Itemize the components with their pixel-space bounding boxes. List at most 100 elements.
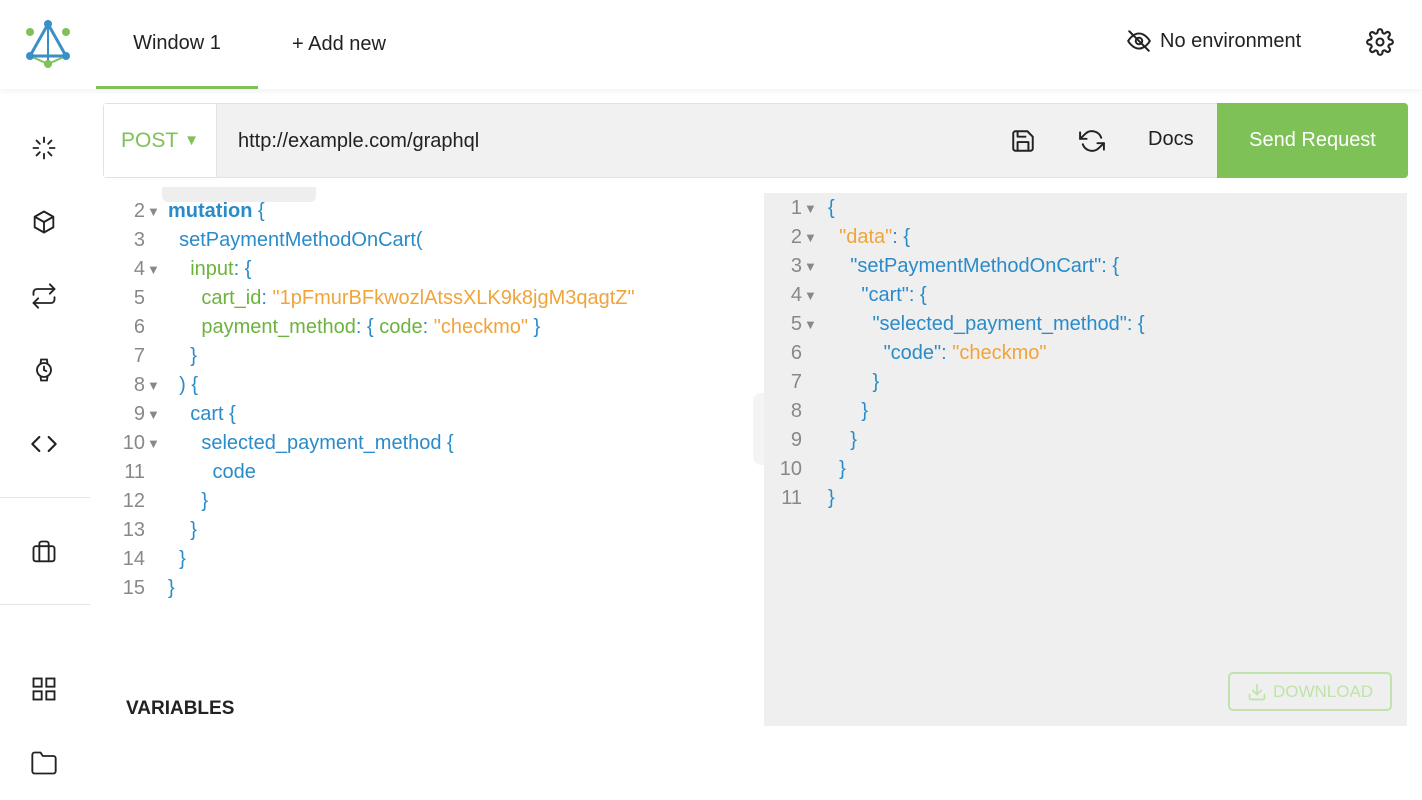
code-token: "checkmo" <box>433 316 528 338</box>
code-token: } <box>168 577 175 599</box>
code-line: 11} <box>764 487 1409 516</box>
code-line: 5 ▼ "selected_payment_method": { <box>764 313 1409 342</box>
code-line: 13 } <box>103 519 748 548</box>
refresh-icon[interactable] <box>1079 128 1105 154</box>
save-icon[interactable] <box>1010 128 1036 154</box>
code-token: } <box>828 429 857 451</box>
code-token: } <box>828 458 846 480</box>
fold-toggle-icon[interactable]: ▼ <box>147 262 160 277</box>
result-pane: 1 ▼{2 ▼ "data": {3 ▼ "setPaymentMethodOnCar… <box>764 193 1407 726</box>
send-request-button[interactable]: Send Request <box>1217 103 1408 178</box>
line-number: 12 <box>122 490 145 512</box>
fold-toggle-icon[interactable]: ▼ <box>147 407 160 422</box>
line-number: 9 <box>790 429 802 451</box>
environment-label: No environment <box>1160 29 1302 52</box>
code-line: 9 } <box>764 429 1409 458</box>
fold-toggle-icon[interactable]: ▼ <box>804 201 817 216</box>
line-number: 8 <box>790 400 802 422</box>
code-line: 11 code <box>103 461 748 490</box>
method-selector[interactable]: POST ▼ <box>104 104 217 177</box>
code-line: 6 "code": "checkmo" <box>764 342 1409 371</box>
code-token: : { <box>1101 255 1119 277</box>
code-line: 12 } <box>103 490 748 519</box>
cube-icon[interactable] <box>30 208 58 236</box>
code-token: { <box>828 197 835 219</box>
line-number: 6 <box>790 342 802 364</box>
fold-toggle-icon[interactable]: ▼ <box>804 288 817 303</box>
code-text: { <box>828 197 835 220</box>
tab-label: Window 1 <box>133 31 221 54</box>
code-token: ) { <box>168 374 199 396</box>
sidebar-divider <box>0 604 90 605</box>
watch-icon[interactable] <box>30 356 58 384</box>
url-input[interactable]: http://example.com/graphql <box>238 130 479 153</box>
code-line: 2 ▼ "data": { <box>764 226 1409 255</box>
code-line: 3 ▼ "setPaymentMethodOnCart": { <box>764 255 1409 284</box>
code-token: "code" <box>828 342 942 364</box>
docs-button[interactable]: Docs <box>1148 128 1194 151</box>
gear-icon[interactable] <box>1366 28 1394 56</box>
fold-toggle-icon[interactable]: ▼ <box>147 378 160 393</box>
code-line: 4 ▼ input: { <box>103 258 748 287</box>
fold-toggle-icon[interactable]: ▼ <box>147 436 160 451</box>
code-line: 7 } <box>103 345 748 374</box>
line-number: 8 <box>133 374 145 396</box>
code-text: "selected_payment_method": { <box>828 313 1144 336</box>
code-token: } <box>168 490 209 512</box>
code-token: } <box>828 371 880 393</box>
code-text: } <box>168 345 197 368</box>
fold-toggle-icon[interactable]: ▼ <box>804 230 817 245</box>
code-token: cart { <box>168 403 236 425</box>
download-label: DOWNLOAD <box>1272 681 1374 701</box>
line-number: 2 <box>133 200 145 222</box>
add-new-tab-button[interactable]: + Add new <box>292 0 386 89</box>
briefcase-icon[interactable] <box>30 538 58 566</box>
add-new-label: + Add new <box>292 33 386 55</box>
code-line: 8 } <box>764 400 1409 429</box>
code-token: } <box>828 400 869 422</box>
line-number: 6 <box>133 316 145 338</box>
tab-window-1[interactable]: Window 1 <box>96 0 258 89</box>
line-number: 5 <box>790 313 802 335</box>
code-token: "selected_payment_method" <box>828 313 1127 335</box>
query-editor[interactable]: 2 ▼ mutation {3 setPaymentMethodOnCart(4 ▼ … <box>103 193 748 693</box>
code-line: 4 ▼ "cart": { <box>764 284 1409 313</box>
method-label: POST <box>121 128 179 152</box>
code-line: 6 payment_method: { code: "checkmo" } <box>103 316 748 345</box>
variables-header[interactable]: VARIABLES <box>126 698 234 720</box>
eye-off-icon <box>1127 30 1151 52</box>
code-token: : { <box>233 258 252 280</box>
environment-selector[interactable]: No environment <box>1126 28 1301 54</box>
chevron-down-icon: ▼ <box>184 132 199 149</box>
code-token: { <box>252 200 265 222</box>
download-button[interactable]: DOWNLOAD <box>1228 672 1392 711</box>
code-line: 10 } <box>764 458 1409 487</box>
code-text: } <box>828 371 879 394</box>
download-icon <box>1248 683 1266 700</box>
line-number: 10 <box>122 432 145 454</box>
code-text: } <box>168 548 186 571</box>
loading-spinner-icon[interactable] <box>30 134 58 162</box>
folder-icon[interactable] <box>30 749 58 777</box>
fold-toggle-icon[interactable]: ▼ <box>804 317 817 332</box>
fold-toggle-icon[interactable]: ▼ <box>147 204 160 219</box>
swap-arrows-icon[interactable] <box>30 282 58 310</box>
code-token: : { <box>908 284 927 306</box>
code-token: : { <box>892 226 911 248</box>
grid-icon[interactable] <box>30 675 58 703</box>
code-token: : <box>261 287 273 309</box>
code-brackets-icon[interactable] <box>30 430 58 458</box>
code-text: cart_id: "1pFmurBFkwozlAtssXLK9k8jgM3qag… <box>168 287 635 310</box>
code-token: "1pFmurBFkwozlAtssXLK9k8jgM3qagtZ" <box>272 287 635 309</box>
code-line: 2 ▼ mutation { <box>103 200 748 229</box>
line-number: 11 <box>124 461 145 483</box>
code-token: } <box>168 519 197 541</box>
code-text: } <box>828 487 835 510</box>
code-token: : { <box>355 316 380 338</box>
code-token: payment_method <box>168 316 356 338</box>
code-token: code <box>168 461 256 483</box>
code-text: input: { <box>168 258 251 281</box>
code-token: } <box>168 548 186 570</box>
fold-toggle-icon[interactable]: ▼ <box>804 259 817 274</box>
code-text: code <box>168 461 256 484</box>
